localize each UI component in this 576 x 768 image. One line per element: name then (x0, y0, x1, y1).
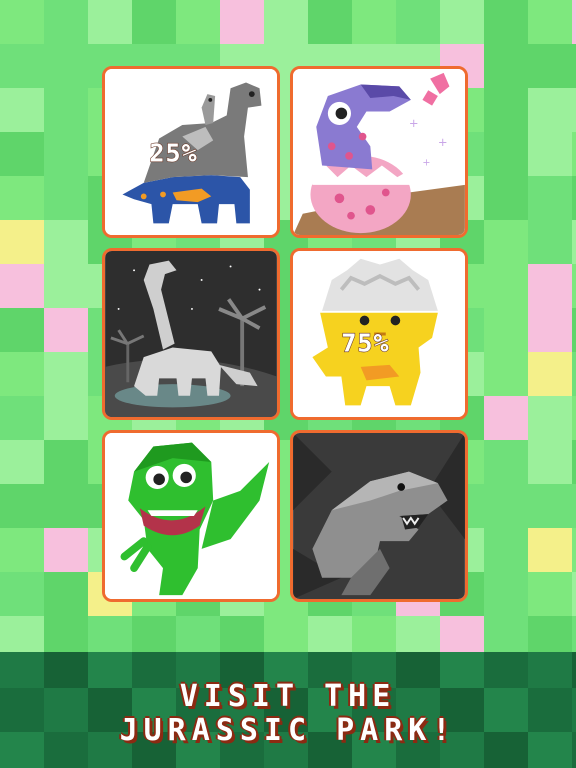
tile-yellow-triceratops[interactable]: 75% (290, 248, 468, 420)
tile-trex-dark[interactable] (290, 430, 468, 602)
tile-progress-label: 75% (341, 328, 389, 357)
trex-dark-image (293, 433, 465, 599)
caption-line-2: JURASSIC PARK! (119, 713, 457, 748)
svg-text:+: + (422, 158, 430, 169)
tile-brachiosaurus-gray[interactable]: 25% (102, 66, 280, 238)
tile-brachiosaurus-night[interactable] (102, 248, 280, 420)
tile-progress-label: 25% (150, 139, 198, 168)
svg-text:+: + (409, 116, 419, 130)
yellow-triceratops-image: 75% (293, 251, 465, 417)
svg-text:+: + (438, 135, 448, 149)
baby-dino-egg-image: + + + (293, 69, 465, 235)
caption-text: VISIT THE JURASSIC PARK! (0, 680, 576, 748)
caption-line-1: VISIT THE (179, 679, 397, 714)
brachiosaurus-gray-image: 25% (105, 69, 277, 235)
tile-green-trex[interactable] (102, 430, 280, 602)
green-trex-image (105, 433, 277, 599)
tile-baby-dino-egg[interactable]: + + + (290, 66, 468, 238)
app-screen: 25% + + + 75% VISIT THE JURASSIC PARK! (0, 0, 576, 768)
dino-grid: 25% + + + 75% (102, 66, 476, 610)
brachiosaurus-night-image (105, 251, 277, 417)
